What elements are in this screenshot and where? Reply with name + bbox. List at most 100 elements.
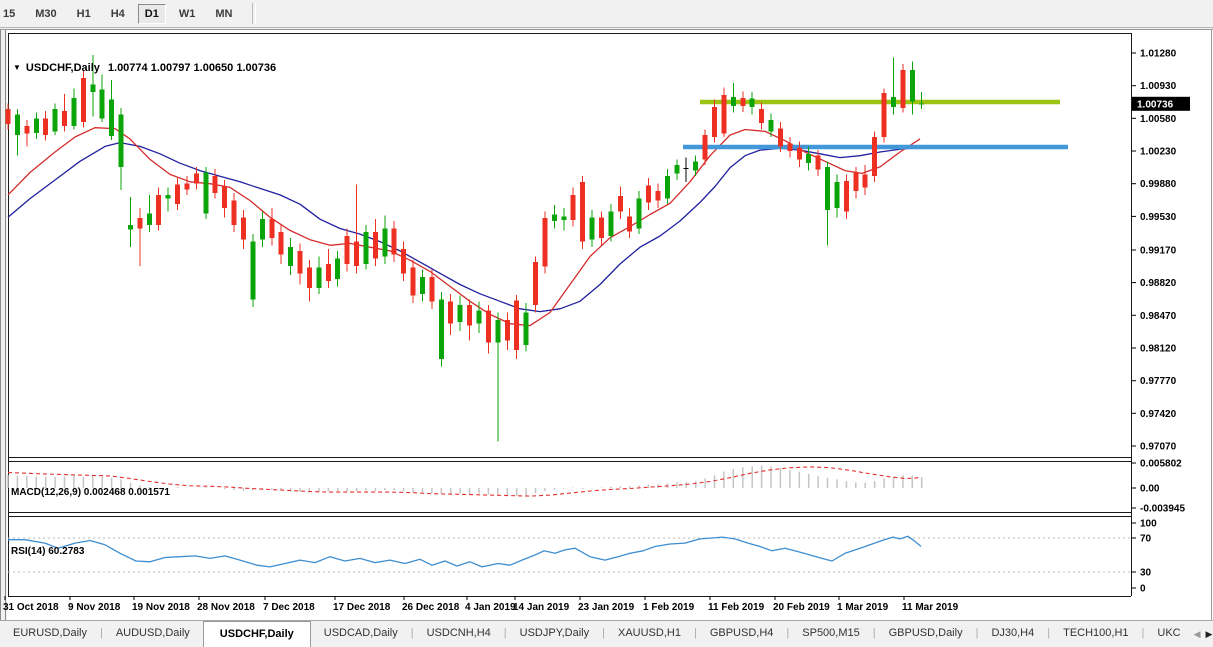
chart-title: ▼ USDCHF,Daily 1.00774 1.00797 1.00650 1.0… xyxy=(13,62,276,74)
trading-platform-window: { "toolbar": { "timeframes": ["15","M30"… xyxy=(0,0,1213,647)
candle-body xyxy=(702,135,708,160)
date-axis-label: 4 Jan 2019 xyxy=(465,602,516,613)
candle-body xyxy=(834,181,840,208)
date-axis-label: 1 Feb 2019 xyxy=(643,602,695,613)
chevron-down-icon[interactable]: ▼ xyxy=(13,63,21,72)
price-axis-label: 0.98120 xyxy=(1140,344,1177,355)
rsi-line xyxy=(8,535,922,568)
tab-usdcnh-h4[interactable]: USDCNH,H4 xyxy=(414,621,504,647)
candle-body xyxy=(777,128,783,147)
candle-body xyxy=(14,114,20,136)
timeframe-button-mn[interactable]: MN xyxy=(208,4,239,24)
candle-body xyxy=(523,312,529,346)
date-axis-label: 23 Jan 2019 xyxy=(578,602,635,613)
candle-body xyxy=(391,228,397,255)
candle-body xyxy=(683,167,689,169)
candle-body xyxy=(485,310,491,343)
candle-body xyxy=(156,194,162,225)
tab-sp500-m15[interactable]: SP500,M15 xyxy=(789,621,872,647)
candle-body xyxy=(721,95,727,134)
candle-body xyxy=(712,107,717,137)
candle-body xyxy=(372,232,378,259)
candle-body xyxy=(636,198,642,229)
tab-usdjpy-daily[interactable]: USDJPY,Daily xyxy=(507,621,603,647)
candle-body xyxy=(881,93,887,137)
candle-body xyxy=(250,241,256,300)
price-chart-canvas[interactable]: 1.01280 1.00930 1.00580 1.00230 0.99880 0.995… xyxy=(0,29,1213,620)
candle-body xyxy=(862,174,868,188)
tab-usdcad-daily[interactable]: USDCAD,Daily xyxy=(311,621,411,647)
chart-symbol-label: USDCHF,Daily xyxy=(25,62,100,74)
candle-body xyxy=(212,176,218,193)
timeframe-button-d1[interactable]: D1 xyxy=(137,3,166,24)
rsi-levels xyxy=(8,537,1131,573)
rsi-axis-label: 100 xyxy=(1140,519,1157,530)
tab-audusd-daily[interactable]: AUDUSD,Daily xyxy=(103,621,203,647)
candle-body xyxy=(853,172,859,192)
price-axis-label: 1.00230 xyxy=(1140,147,1177,158)
date-axis-label: 7 Dec 2018 xyxy=(263,602,315,613)
candle-body xyxy=(438,299,444,360)
candle-body xyxy=(448,301,454,324)
candle-body xyxy=(335,258,341,279)
tab-ukc[interactable]: UKC xyxy=(1144,621,1193,647)
candle-body xyxy=(825,166,830,210)
timeframe-button-h4[interactable]: H4 xyxy=(104,4,132,24)
candle-body xyxy=(796,147,802,160)
candle-body xyxy=(193,173,199,184)
timeframe-button-15[interactable]: 15 xyxy=(0,4,22,24)
tab-gbpusd-h4[interactable]: GBPUSD,H4 xyxy=(697,621,787,647)
candle-body xyxy=(99,89,105,119)
candle-body xyxy=(467,305,473,326)
candle-body xyxy=(62,110,67,126)
tab-scroll-left-icon[interactable]: ◀ xyxy=(1194,629,1201,640)
tab-usdchf-daily[interactable]: USDCHF,Daily xyxy=(202,621,311,647)
candle-body xyxy=(165,194,171,199)
price-axis-label: 1.01280 xyxy=(1140,49,1177,60)
candle-body xyxy=(410,267,416,296)
candle-body xyxy=(401,249,407,274)
candle-body xyxy=(363,232,369,264)
date-axis-label: 28 Nov 2018 xyxy=(197,602,255,613)
candle-body xyxy=(128,224,133,230)
tab-scroll-right-icon[interactable]: ▶ xyxy=(1206,629,1213,640)
chart-ohlc-values: 1.00774 1.00797 1.00650 1.00736 xyxy=(107,62,277,74)
candle-body xyxy=(533,262,538,305)
candle-body xyxy=(674,165,680,174)
tab-tech100-h1[interactable]: TECH100,H1 xyxy=(1050,621,1141,647)
candles-layer xyxy=(5,54,925,442)
chart-tabs: EURUSD,Daily | AUDUSD,Daily USDCHF,Daily USD… xyxy=(0,620,1213,647)
macd-indicator-label: MACD(12,26,9) 0.002468 0.001571 xyxy=(11,487,170,498)
candle-body xyxy=(297,250,303,274)
candle-body xyxy=(627,216,633,232)
candle-body xyxy=(740,97,746,107)
date-axis-label: 20 Feb 2019 xyxy=(773,602,830,613)
price-axis-label: 0.99530 xyxy=(1140,212,1177,223)
candle-body xyxy=(891,96,896,108)
rsi-axis-label: 0 xyxy=(1140,584,1146,595)
timeframe-button-m30[interactable]: M30 xyxy=(28,4,63,24)
candle-body xyxy=(872,137,878,177)
tab-dj30-h4[interactable]: DJ30,H4 xyxy=(978,621,1047,647)
candle-body xyxy=(843,180,849,212)
candle-body xyxy=(664,176,670,199)
price-axis-label: 1.00930 xyxy=(1140,81,1177,92)
candle-body xyxy=(278,232,284,255)
candle-body xyxy=(222,186,228,208)
candle-body xyxy=(80,78,86,123)
candle-body xyxy=(909,69,915,102)
chart-window[interactable]: 1.01280 1.00930 1.00580 1.00230 0.99880 0.995… xyxy=(0,29,1213,620)
timeframe-button-h1[interactable]: H1 xyxy=(70,4,98,24)
candle-body xyxy=(316,267,322,289)
tab-eurusd-daily[interactable]: EURUSD,Daily xyxy=(0,621,100,647)
candle-body xyxy=(109,99,115,137)
candle-body xyxy=(203,172,209,214)
tab-xauusd-h1[interactable]: XAUUSD,H1 xyxy=(605,621,694,647)
candle-body xyxy=(570,194,576,221)
macd-axis-label: -0.003945 xyxy=(1140,504,1185,515)
timeframe-button-w1[interactable]: W1 xyxy=(172,4,203,24)
tab-gbpusd-daily[interactable]: GBPUSD,Daily xyxy=(876,621,976,647)
candle-body xyxy=(504,320,510,341)
candle-body xyxy=(806,153,812,164)
candle-body xyxy=(33,118,39,134)
